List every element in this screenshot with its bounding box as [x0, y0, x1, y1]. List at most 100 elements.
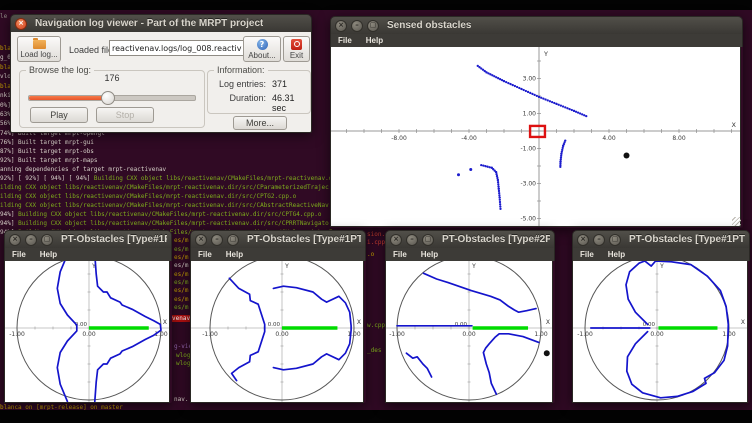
svg-text:0.00: 0.00: [643, 322, 656, 328]
svg-text:-1.00: -1.00: [274, 402, 290, 403]
svg-text:1.00: 1.00: [722, 331, 736, 338]
slider-value: 176: [20, 73, 204, 83]
pt1-menubar: File Help: [4, 248, 172, 261]
sensed-titlebar[interactable]: × – ▢ Sensed obstacles: [330, 16, 743, 34]
close-icon[interactable]: ×: [577, 234, 589, 246]
navlog-window: × Navigation log viewer - Part of the MR…: [10, 14, 312, 132]
minimize-icon[interactable]: –: [351, 20, 363, 32]
pt1-window-title: PT-Obstacles [Type#1PTG,ci: [61, 234, 167, 245]
question-icon: ?: [257, 39, 268, 50]
maximize-icon[interactable]: ▢: [367, 20, 379, 32]
menu-file[interactable]: File: [580, 250, 594, 259]
about-button[interactable]: ? About...: [243, 36, 281, 62]
maximize-icon[interactable]: ▢: [422, 234, 434, 246]
pt-obstacles-window-1: × – ▢ PT-Obstacles [Type#1PTG,ci File He…: [4, 230, 172, 403]
duration-value: 46.31 sec: [272, 93, 310, 113]
svg-text:-5.00: -5.00: [520, 216, 536, 223]
svg-text:X: X: [732, 121, 737, 129]
svg-text:X: X: [163, 319, 167, 326]
svg-text:-4.00: -4.00: [461, 135, 477, 142]
navlog-window-title: Navigation log viewer - Part of the MRPT…: [35, 18, 263, 29]
browse-log-group: Browse the log: 176 Play Stop: [19, 70, 205, 128]
pt-obstacles-window-4: × – ▢ PT-Obstacles [Type#1PTG,c File Hel…: [572, 230, 750, 403]
play-button[interactable]: Play: [30, 107, 88, 123]
minimize-icon[interactable]: –: [25, 234, 37, 246]
svg-text:1.00: 1.00: [154, 331, 168, 338]
sensed-obstacles-plot: -8.00-4.004.008.003.001.00-1.00-3.00-5.0…: [330, 47, 741, 227]
svg-text:0.00: 0.00: [82, 331, 96, 338]
pt2-titlebar[interactable]: × – ▢ PT-Obstacles [Type#1PTG,c: [190, 230, 366, 248]
slider-knob[interactable]: [101, 91, 115, 105]
menu-file[interactable]: File: [198, 250, 212, 259]
pt4-titlebar[interactable]: × – ▢ PT-Obstacles [Type#1PTG,c: [572, 230, 750, 248]
sensed-menubar: File Help: [330, 34, 743, 47]
menu-file[interactable]: File: [12, 250, 26, 259]
svg-text:Y: Y: [543, 50, 548, 58]
sensed-obstacles-window: × – ▢ Sensed obstacles File Help -8.00-4…: [330, 16, 743, 228]
svg-text:8.00: 8.00: [672, 135, 686, 142]
stop-button[interactable]: Stop: [96, 107, 154, 123]
loaded-file-input[interactable]: [109, 40, 245, 56]
svg-text:-1.00: -1.00: [461, 402, 477, 403]
minimize-icon[interactable]: –: [593, 234, 605, 246]
pt1-titlebar[interactable]: × – ▢ PT-Obstacles [Type#1PTG,ci: [4, 230, 172, 248]
load-log-button[interactable]: Load log...: [17, 36, 61, 62]
log-entries-value: 371: [272, 79, 287, 89]
close-icon[interactable]: ×: [15, 18, 27, 30]
pt4-window-title: PT-Obstacles [Type#1PTG,c: [629, 234, 745, 245]
svg-text:-1.00: -1.00: [202, 331, 218, 338]
pt3-titlebar[interactable]: × – ▢ PT-Obstacles [Type#2PTG,a: [385, 230, 555, 248]
folder-icon: [33, 40, 46, 49]
slider-fill: [29, 96, 107, 100]
sensed-window-title: Sensed obstacles: [387, 20, 471, 31]
maximize-icon[interactable]: ▢: [227, 234, 239, 246]
resize-grip[interactable]: [732, 217, 741, 226]
maximize-icon[interactable]: ▢: [609, 234, 621, 246]
svg-text:4.00: 4.00: [602, 135, 616, 142]
pt4-menubar: File Help: [572, 248, 750, 261]
svg-text:X: X: [357, 319, 361, 326]
menu-help[interactable]: Help: [40, 250, 57, 259]
pt2-menubar: File Help: [190, 248, 366, 261]
svg-text:Y: Y: [471, 263, 476, 270]
navlog-body: Load log... Loaded file: ? About... Exit…: [10, 32, 312, 133]
minimize-icon[interactable]: –: [211, 234, 223, 246]
svg-text:X: X: [741, 319, 745, 326]
close-icon[interactable]: ×: [9, 234, 21, 246]
close-icon[interactable]: ×: [390, 234, 402, 246]
exit-label: Exit: [290, 51, 303, 60]
menu-help[interactable]: Help: [421, 250, 438, 259]
svg-text:0.00: 0.00: [275, 331, 289, 338]
exit-button[interactable]: Exit: [283, 36, 310, 62]
load-log-label: Load log...: [20, 50, 57, 59]
close-icon[interactable]: ×: [335, 20, 347, 32]
pt2-plot: -1.000.001.000.00-1.00YX: [190, 261, 364, 403]
more-button[interactable]: More...: [233, 116, 287, 130]
svg-text:0.00: 0.00: [650, 331, 664, 338]
information-group-title: Information:: [214, 65, 268, 75]
menu-file[interactable]: File: [393, 250, 407, 259]
close-icon[interactable]: ×: [195, 234, 207, 246]
pt-obstacles-window-2: × – ▢ PT-Obstacles [Type#1PTG,c File Hel…: [190, 230, 366, 403]
svg-text:Y: Y: [284, 263, 289, 270]
log-slider[interactable]: [28, 95, 196, 101]
svg-text:X: X: [546, 319, 550, 326]
pt4-plot: -1.000.001.000.00-1.00YX: [572, 261, 748, 403]
svg-text:-1.00: -1.00: [9, 331, 25, 338]
minimize-icon[interactable]: –: [406, 234, 418, 246]
navlog-titlebar[interactable]: × Navigation log viewer - Part of the MR…: [10, 14, 312, 32]
menu-help[interactable]: Help: [608, 250, 625, 259]
svg-text:-1.00: -1.00: [577, 331, 593, 338]
pt1-plot: -1.000.001.000.00-1.00YX: [4, 261, 170, 403]
svg-text:-3.00: -3.00: [520, 181, 536, 188]
svg-text:3.00: 3.00: [523, 76, 537, 83]
svg-text:1.00: 1.00: [347, 331, 361, 338]
menu-help[interactable]: Help: [366, 36, 383, 45]
maximize-icon[interactable]: ▢: [41, 234, 53, 246]
pt3-window-title: PT-Obstacles [Type#2PTG,a: [442, 234, 550, 245]
svg-text:1.00: 1.00: [523, 111, 537, 118]
menu-file[interactable]: File: [338, 36, 352, 45]
menu-help[interactable]: Help: [226, 250, 243, 259]
information-group: Information: Log entries: 371 Duration: …: [207, 70, 311, 114]
svg-text:-1.00: -1.00: [81, 402, 97, 403]
